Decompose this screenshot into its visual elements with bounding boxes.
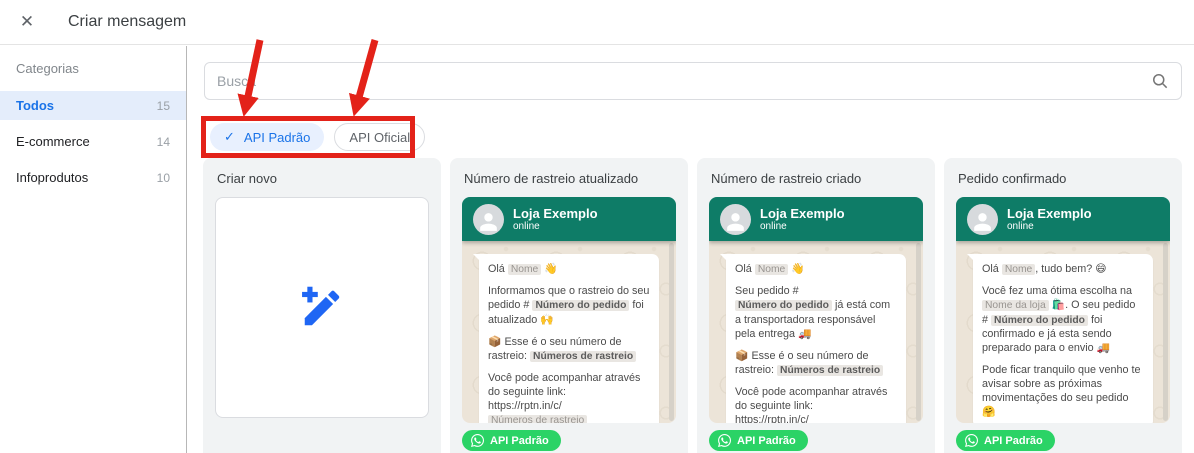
- main-panel: ✓ API Padrão API Oficial Criar novo: [188, 46, 1194, 453]
- person-icon: [974, 212, 991, 231]
- sidebar-item-label: E-commerce: [16, 134, 90, 149]
- message-paragraph: Seu pedido # Número do pedido já está co…: [735, 285, 891, 340]
- chat-body: Olá Nome, tudo bem? 😄 Você fez uma ótima …: [956, 241, 1170, 423]
- message-paragraph: Você pode acompanhar através do seguinte…: [488, 371, 650, 423]
- chat-scrollbar: [1163, 243, 1168, 421]
- chat-body: Olá Nome 👋 Informamos que o rastreio do s…: [462, 241, 676, 423]
- sidebar-item-count: 15: [156, 98, 170, 113]
- whatsapp-icon: [471, 434, 484, 447]
- chat-status: online: [513, 221, 540, 233]
- person-icon: [480, 212, 497, 231]
- message-paragraph: Pode ficar tranquilo que venho te avisar…: [982, 364, 1141, 419]
- whatsapp-chat-preview: Loja Exemplo online Olá Nome, tudo bem? 😄 V…: [956, 197, 1170, 423]
- categories-heading: Categorias: [16, 61, 79, 76]
- sidebar-item-label: Todos: [16, 98, 55, 113]
- chat-status: online: [1007, 221, 1034, 233]
- api-badge-label: API Padrão: [984, 434, 1043, 447]
- whatsapp-icon: [718, 434, 731, 447]
- card-rastreio-criado[interactable]: Número de rastreio criado Loja Exemplo onl…: [697, 158, 935, 453]
- chat-name: Loja Exemplo: [760, 205, 845, 221]
- categories-sidebar: Categorias Todos 15 E-commerce 14 Infopr…: [0, 46, 187, 453]
- variable-chip: Números de rastreio: [530, 350, 637, 362]
- template-cards-row: Criar novo Número de rastreio atualizado…: [203, 158, 1182, 453]
- chat-header: Loja Exemplo online: [956, 197, 1170, 241]
- sidebar-item-todos[interactable]: Todos 15: [0, 91, 186, 120]
- message-paragraph: Olá Nome 👋: [488, 263, 558, 275]
- chat-scrollbar: [916, 243, 921, 421]
- search-box: [204, 62, 1182, 100]
- whatsapp-icon: [965, 434, 978, 447]
- person-icon: [727, 212, 744, 231]
- sidebar-item-count: 14: [156, 134, 170, 149]
- chat-name: Loja Exemplo: [1007, 205, 1092, 221]
- chat-contact: Loja Exemplo online: [513, 206, 598, 233]
- filter-chip-label: API Padrão: [243, 129, 311, 145]
- variable-chip: Nome: [507, 264, 542, 275]
- chat-header: Loja Exemplo online: [462, 197, 676, 241]
- check-icon: ✓: [224, 129, 235, 144]
- whatsapp-chat-preview: Loja Exemplo online Olá Nome 👋 Seu pedido #…: [709, 197, 923, 423]
- message-bubble: Olá Nome, tudo bem? 😄 Você fez uma ótima …: [967, 254, 1153, 423]
- avatar: [720, 203, 751, 235]
- whatsapp-chat-preview: Loja Exemplo online Olá Nome 👋 Informamos q…: [462, 197, 676, 423]
- page-title: Criar mensagem: [68, 13, 187, 30]
- card-title: Número de rastreio atualizado: [464, 171, 639, 186]
- message-paragraph: Você fez uma ótima escolha na Nome da lo…: [982, 285, 1136, 355]
- variable-chip: Nome: [1001, 264, 1036, 275]
- card-title: Número de rastreio criado: [711, 171, 862, 186]
- variable-chip: Nome da loja: [982, 300, 1049, 312]
- variable-chip: Números de rastreio: [777, 364, 884, 376]
- message-bubble: Olá Nome 👋 Informamos que o rastreio do s…: [473, 254, 659, 423]
- filter-chip-label: API Oficial: [349, 129, 411, 145]
- message-paragraph: Você pode acompanhar através do seguinte…: [735, 385, 897, 423]
- chat-name: Loja Exemplo: [513, 205, 598, 221]
- topbar: ✕ Criar mensagem: [0, 0, 1194, 45]
- variable-chip: Nome: [754, 264, 789, 275]
- sidebar-item-count: 10: [156, 170, 170, 185]
- api-badge-label: API Padrão: [737, 434, 796, 447]
- search-input[interactable]: [204, 62, 1182, 100]
- message-paragraph: Informamos que o rastreio do seu pedido …: [488, 285, 650, 326]
- card-criar-novo[interactable]: Criar novo: [203, 158, 441, 453]
- variable-chip: Número do pedido: [532, 300, 630, 312]
- api-badge: API Padrão: [462, 430, 561, 451]
- card-title: Pedido confirmado: [958, 171, 1067, 186]
- chat-status: online: [760, 221, 787, 233]
- message-paragraph: Olá Nome 👋: [735, 263, 805, 275]
- variable-chip: Número do pedido: [735, 300, 832, 312]
- chat-header: Loja Exemplo online: [709, 197, 923, 241]
- message-bubble: Olá Nome 👋 Seu pedido # Número do pedido …: [720, 254, 906, 423]
- card-title: Criar novo: [217, 171, 277, 186]
- chat-scrollbar: [669, 243, 674, 421]
- chat-contact: Loja Exemplo online: [1007, 206, 1092, 233]
- sidebar-item-ecommerce[interactable]: E-commerce 14: [0, 127, 186, 156]
- sidebar-item-label: Infoprodutos: [16, 170, 89, 185]
- close-icon[interactable]: ✕: [14, 9, 40, 35]
- avatar: [473, 203, 504, 235]
- api-badge: API Padrão: [709, 430, 808, 451]
- create-message-dialog: ✕ Criar mensagem Categorias Todos 15 E-c…: [0, 0, 1194, 453]
- message-paragraph: 📦 Esse é o seu número de rastreio: Númer…: [488, 335, 650, 363]
- api-filter-chips: ✓ API Padrão API Oficial: [210, 123, 426, 151]
- variable-chip: Número do pedido: [991, 314, 1088, 326]
- variable-chip: Números de rastreio: [488, 415, 588, 423]
- filter-chip-api-padrao[interactable]: ✓ API Padrão: [210, 123, 325, 151]
- avatar: [967, 203, 998, 235]
- api-badge-label: API Padrão: [490, 434, 549, 447]
- message-paragraph: Olá Nome, tudo bem? 😄: [982, 263, 1107, 275]
- chat-body: Olá Nome 👋 Seu pedido # Número do pedido …: [709, 241, 923, 423]
- create-new-button[interactable]: [215, 197, 429, 418]
- message-paragraph: 📦 Esse é o seu número de rastreio: Númer…: [735, 349, 897, 377]
- create-pencil-plus-icon: [302, 286, 340, 325]
- card-pedido-confirmado[interactable]: Pedido confirmado Loja Exemplo online Olá N…: [944, 158, 1182, 453]
- filter-chip-api-oficial[interactable]: API Oficial: [334, 123, 426, 151]
- api-badge: API Padrão: [956, 430, 1055, 451]
- card-rastreio-atualizado[interactable]: Número de rastreio atualizado Loja Exempl…: [450, 158, 688, 453]
- sidebar-item-infoprodutos[interactable]: Infoprodutos 10: [0, 163, 186, 192]
- search-icon: [1153, 74, 1168, 89]
- chat-contact: Loja Exemplo online: [760, 206, 845, 233]
